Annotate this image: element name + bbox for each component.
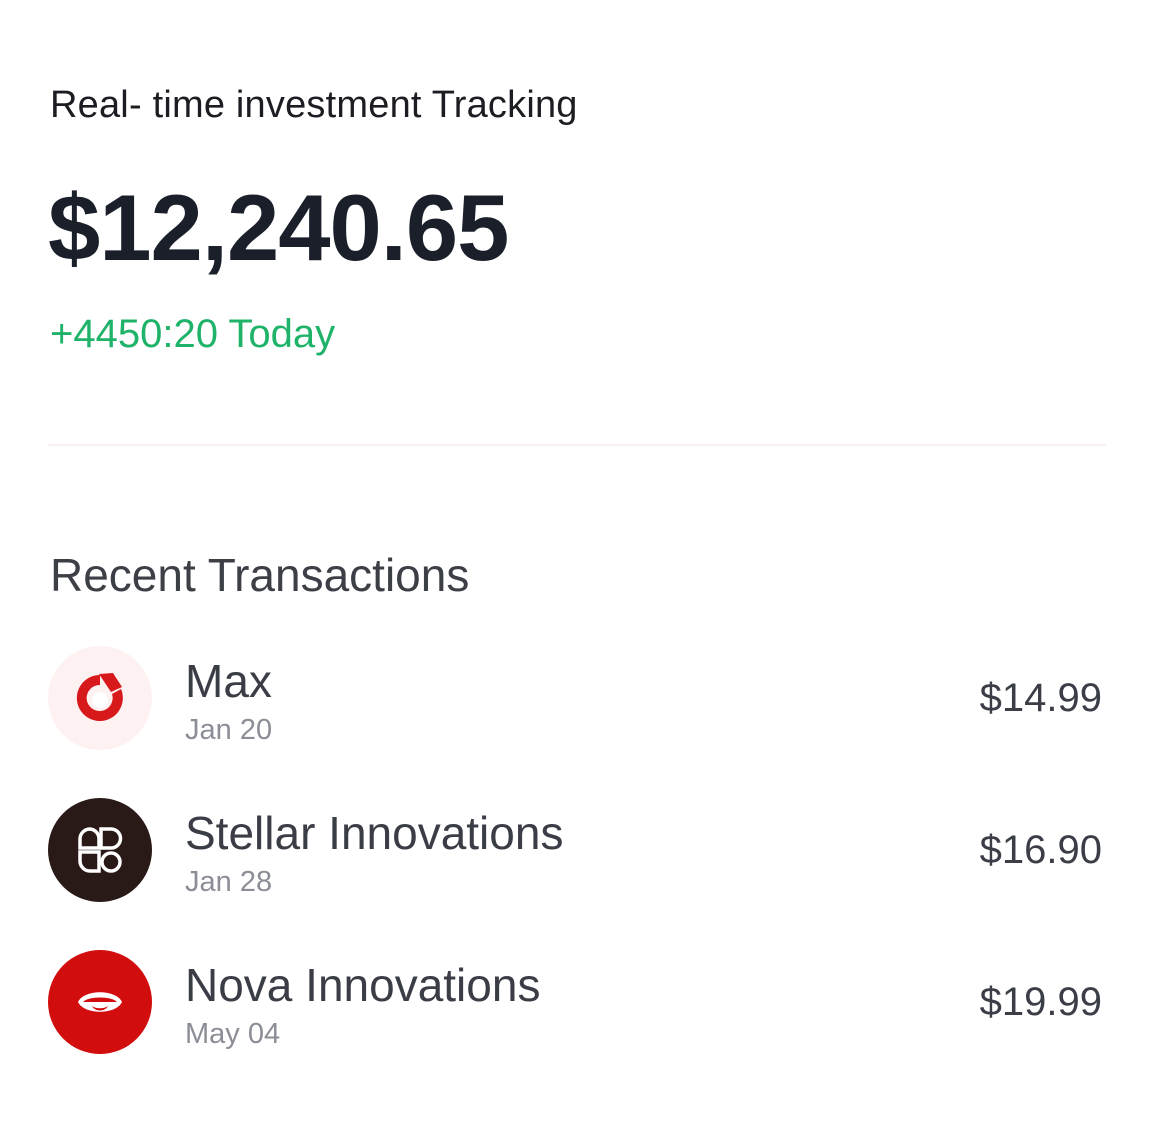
daily-change: +4450:20 Today <box>50 312 336 356</box>
transaction-row[interactable]: Stellar Innovations Jan 28 $16.90 <box>48 798 1106 950</box>
page-subtitle: Real- time investment Tracking <box>50 84 578 126</box>
transaction-date: Jan 28 <box>185 866 273 898</box>
transaction-amount: $14.99 <box>979 676 1102 720</box>
transaction-name: Max <box>185 655 272 707</box>
divider <box>48 444 1106 446</box>
transaction-date: Jan 20 <box>185 714 273 746</box>
section-title: Recent Transactions <box>50 549 470 601</box>
nova-logo-icon <box>48 950 152 1054</box>
transaction-row[interactable]: Nova Innovations May 04 $19.99 <box>48 950 1106 1102</box>
transaction-name: Stellar Innovations <box>185 807 564 859</box>
transaction-amount: $16.90 <box>979 828 1102 872</box>
transaction-date: May 04 <box>185 1018 281 1050</box>
transaction-amount: $19.99 <box>979 980 1102 1024</box>
portfolio-balance: $12,240.65 <box>48 175 509 280</box>
stellar-logo-icon <box>48 798 152 902</box>
transaction-list: Max Jan 20 $14.99 Stellar Innovations Ja… <box>48 646 1106 1102</box>
transaction-row[interactable]: Max Jan 20 $14.99 <box>48 646 1106 798</box>
max-logo-icon <box>48 646 152 750</box>
transaction-name: Nova Innovations <box>185 959 541 1011</box>
